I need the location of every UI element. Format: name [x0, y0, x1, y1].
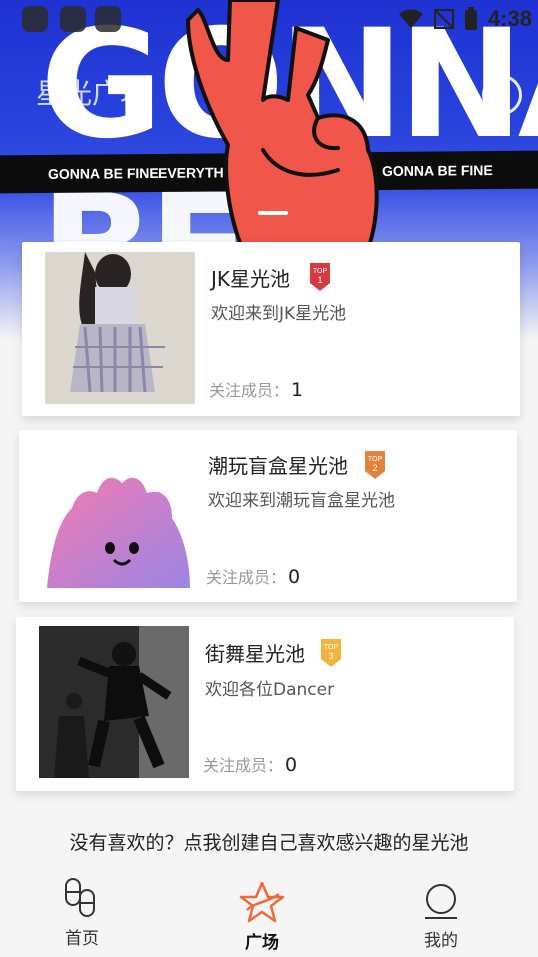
bottom-tab-bar: 首页 广场 我的	[0, 872, 538, 957]
tab-profile[interactable]: 我的	[391, 882, 491, 951]
top-rank-badge-icon: TOP 2	[365, 451, 385, 479]
status-bar: 4:38	[0, 0, 538, 40]
create-pool-link[interactable]: 没有喜欢的？点我创建自己喜欢感兴趣的星光池	[0, 828, 538, 855]
pool-description: 欢迎各位Dancer	[205, 680, 335, 700]
gallery-notification-icon	[60, 6, 86, 32]
banner-page-indicator	[258, 211, 288, 215]
tab-plaza[interactable]: 广场	[212, 880, 312, 953]
pool-title: 街舞星光池	[205, 642, 305, 666]
pool-member-count: 关注成员： 1	[209, 379, 304, 401]
svg-text:3: 3	[328, 651, 333, 661]
pool-thumbnail-blindbox	[42, 438, 192, 590]
pool-member-count: 关注成员： 0	[206, 566, 301, 588]
tab-home-label: 首页	[65, 929, 99, 949]
pool-description: 欢迎来到潮玩盲盒星光池	[208, 491, 395, 511]
tab-plaza-label: 广场	[245, 933, 279, 953]
svg-text:2: 2	[372, 463, 377, 473]
top-rank-badge-icon: TOP 3	[321, 639, 341, 667]
app-notification-icon	[22, 6, 48, 32]
tab-home[interactable]: 首页	[32, 876, 132, 949]
pool-title: 潮玩盲盒星光池	[208, 454, 348, 478]
ribbon-text-1: GONNA BE FINE	[48, 164, 159, 182]
status-right: 4:38	[398, 6, 532, 32]
svg-text:TOP: TOP	[368, 456, 383, 463]
pool-card-blindbox[interactable]: 潮玩盲盒星光池 TOP 2 欢迎来到潮玩盲盒星光池 关注成员： 0	[19, 430, 517, 602]
status-time: 4:38	[487, 6, 532, 31]
app-notification-icon-2	[95, 6, 121, 32]
page-title: 星光广场	[36, 77, 149, 110]
star-plaza-icon	[239, 881, 285, 923]
profile-icon	[425, 884, 457, 919]
top-rank-badge-icon: TOP 1	[310, 263, 330, 291]
pool-card-jk[interactable]: JK星光池 TOP 1 欢迎来到JK星光池 关注成员： 1	[22, 242, 520, 416]
pool-thumbnail-jk	[45, 252, 195, 404]
pool-title: JK星光池	[211, 267, 291, 291]
svg-text:1: 1	[317, 275, 322, 285]
pool-card-streetdance[interactable]: 街舞星光池 TOP 3 欢迎各位Dancer 关注成员： 0	[16, 617, 514, 791]
pool-description: 欢迎来到JK星光池	[211, 304, 347, 324]
svg-text:TOP: TOP	[324, 644, 339, 651]
tab-profile-label: 我的	[424, 931, 458, 951]
pool-member-count: 关注成员： 0	[203, 754, 298, 776]
signal-off-icon	[433, 9, 454, 29]
wifi-icon	[398, 9, 423, 28]
pool-thumbnail-streetdance	[39, 626, 189, 778]
home-capsule-icon	[65, 878, 95, 917]
battery-icon	[464, 7, 477, 30]
profile-circle-button[interactable]	[482, 75, 522, 115]
svg-text:TOP: TOP	[313, 268, 328, 275]
ribbon-text-3: GONNA BE FINE	[382, 162, 493, 180]
